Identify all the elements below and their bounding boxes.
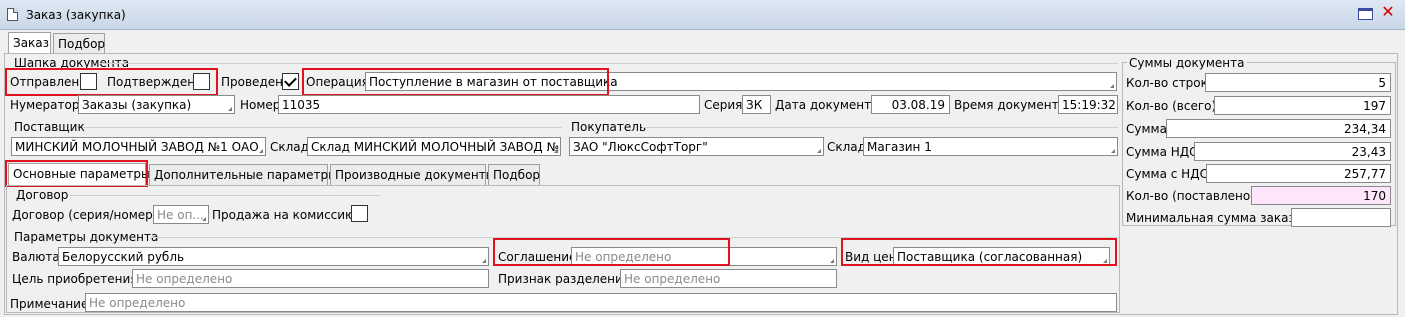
min-order-label: Минимальная сумма заказа	[1126, 211, 1303, 225]
posted-label: Проведен	[221, 75, 283, 89]
close-icon[interactable]: ✕	[1380, 3, 1396, 21]
currency-field[interactable]: Белорусский рубль	[58, 247, 489, 266]
highlight-sent-confirmed	[5, 68, 218, 96]
tab-order[interactable]: Заказ	[8, 32, 51, 54]
time-label: Время документа	[954, 98, 1066, 112]
split-field[interactable]: Не определено	[620, 269, 837, 288]
delivered-field: 170	[1251, 186, 1391, 205]
highlight-price-type	[841, 238, 1117, 266]
number-label: Номер	[240, 98, 281, 112]
qty-field: 197	[1214, 96, 1391, 115]
posted-checkbox[interactable]	[282, 73, 299, 90]
params-group-title: Параметры документа	[14, 230, 159, 244]
supplier-group-title: Поставщик	[14, 120, 85, 134]
title-bar	[0, 0, 1405, 30]
date-field[interactable]: 03.08.19	[871, 95, 950, 114]
series-label: Серия	[704, 98, 743, 112]
commission-label: Продажа на комиссию	[212, 208, 356, 222]
note-field[interactable]: Не определено	[85, 293, 1117, 312]
vat-field: 23,43	[1194, 142, 1391, 161]
tab-pick[interactable]: Подбор	[53, 33, 105, 53]
sum-vat-label: Сумма с НДС	[1126, 167, 1208, 181]
number-field[interactable]: 11035	[278, 95, 700, 114]
maximize-icon[interactable]	[1358, 8, 1373, 20]
divider	[100, 63, 1118, 64]
highlight-operation	[302, 68, 609, 96]
buyer-warehouse-label: Склад	[827, 140, 866, 154]
time-field[interactable]: 15:19:32	[1058, 95, 1118, 114]
commission-checkbox[interactable]	[351, 205, 368, 222]
purpose-field[interactable]: Не определено	[132, 269, 489, 288]
min-order-field[interactable]	[1291, 208, 1391, 227]
divider	[70, 195, 380, 196]
qty-label: Кол-во (всего)	[1126, 99, 1217, 113]
supplier-warehouse-label: Склад	[270, 140, 309, 154]
numerator-field[interactable]: Заказы (закупка)	[78, 95, 235, 114]
purpose-label: Цель приобретения	[12, 272, 138, 286]
contract-group-title: Договор	[16, 188, 69, 202]
buyer-group-title: Покупатель	[571, 120, 647, 134]
sums-group-title: Суммы документа	[1127, 56, 1247, 70]
highlight-agreement	[493, 238, 730, 266]
rows-field: 5	[1205, 73, 1391, 92]
divider	[82, 127, 562, 128]
buyer-field[interactable]: ЗАО "ЛюксСофтТорг"	[569, 137, 824, 156]
sum-field: 234,34	[1166, 119, 1391, 138]
series-field[interactable]: ЗК	[742, 95, 771, 114]
split-label: Признак разделения	[498, 272, 631, 286]
vat-label: Сумма НДС	[1126, 145, 1198, 159]
note-label: Примечание	[10, 297, 89, 311]
delivered-label: Кол-во (поставлено)	[1126, 189, 1255, 203]
subtab-pick[interactable]: Подбор	[488, 164, 540, 185]
highlight-main-params	[5, 160, 148, 187]
buyer-warehouse-field[interactable]: Магазин 1	[863, 137, 1118, 156]
rows-label: Кол-во строк	[1126, 76, 1208, 90]
date-label: Дата документа	[775, 98, 879, 112]
currency-label: Валюта	[12, 250, 60, 264]
supplier-warehouse-field[interactable]: Склад МИНСКИЙ МОЛОЧНЫЙ ЗАВОД №...	[307, 137, 561, 156]
divider	[642, 127, 1118, 128]
numerator-label: Нумератор	[10, 98, 80, 112]
document-icon	[7, 8, 18, 21]
subtab-additional[interactable]: Дополнительные параметры	[149, 164, 338, 185]
sum-label: Сумма	[1126, 122, 1167, 136]
contract-field[interactable]: Не оп...	[153, 205, 209, 224]
supplier-field[interactable]: МИНСКИЙ МОЛОЧНЫЙ ЗАВОД №1 ОАО	[11, 137, 266, 156]
window-title: Заказ (закупка)	[26, 8, 126, 22]
contract-label: Договор (серия/номер)	[12, 208, 158, 222]
sum-vat-field: 257,77	[1206, 164, 1391, 183]
subtab-derived[interactable]: Производные документы	[330, 164, 495, 185]
